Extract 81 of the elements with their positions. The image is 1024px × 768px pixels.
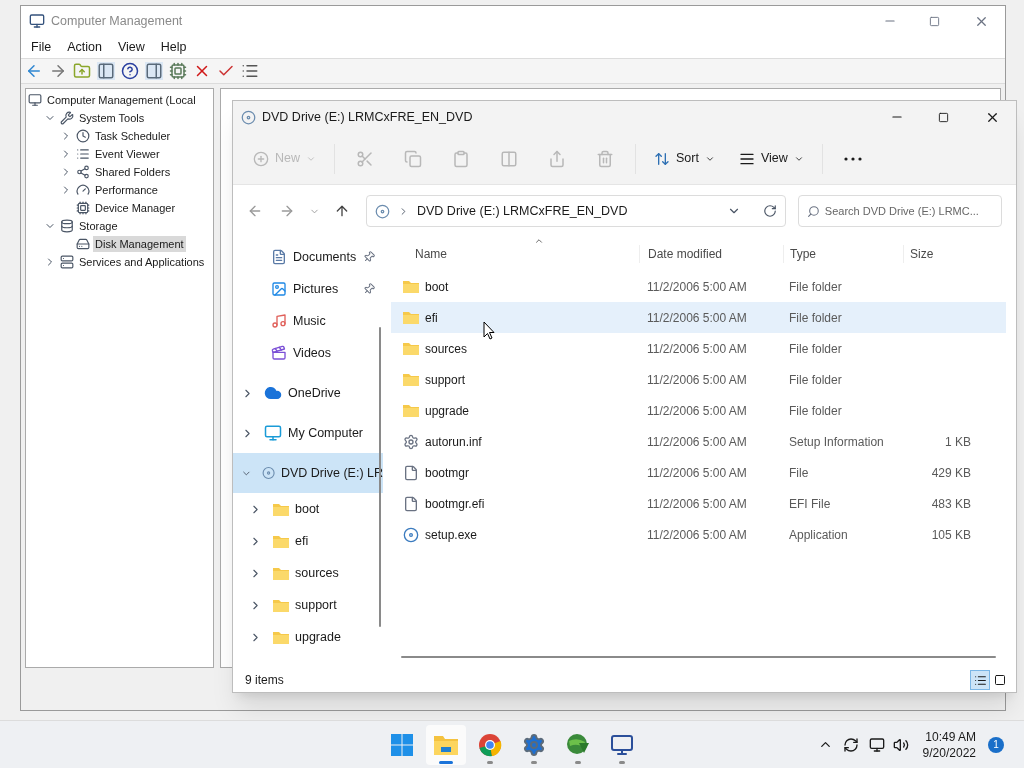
file-name: sources <box>425 340 468 358</box>
status-text: 9 items <box>245 672 285 689</box>
menu-item[interactable]: File <box>31 37 52 57</box>
date-cell-text: 11/2/2006 5:00 AM <box>646 464 748 482</box>
file-row[interactable]: efi 11/2/2006 5:00 AM File folder <box>391 302 1006 333</box>
size-cell: 483 KB <box>931 496 971 511</box>
search-field[interactable]: Search DVD Drive (E:) LRMC... <box>798 195 1002 227</box>
nav-item[interactable]: Documents <box>233 241 383 273</box>
type-cell-text: File folder <box>788 278 843 296</box>
type-cell-text: File <box>788 464 810 482</box>
nav-item[interactable]: support <box>233 589 383 621</box>
window-title: Computer Management <box>51 12 183 30</box>
file-row[interactable]: setup.exe 11/2/2006 5:00 AM Application 105 KB <box>391 519 1006 550</box>
notification-badge[interactable]: 1 <box>988 736 1004 753</box>
nav-item[interactable]: upgrade <box>233 621 383 653</box>
menu-item[interactable]: View <box>117 37 145 57</box>
file-name: autorun.inf <box>425 433 482 451</box>
file-name: efi <box>425 309 438 327</box>
nav-item[interactable]: Pictures <box>233 273 383 305</box>
date-cell-text: 11/2/2006 5:00 AM <box>646 371 748 389</box>
window-title: DVD Drive (E:) LRMCxFRE_EN_DVD <box>262 108 473 126</box>
type-cell-text: EFI File <box>788 495 832 513</box>
column-header[interactable]: Name <box>391 245 639 263</box>
type-cell-text: Application <box>788 526 849 544</box>
tree-item[interactable]: Task Scheduler <box>93 127 173 145</box>
nav-item[interactable]: sources <box>233 557 383 589</box>
tree-item[interactable]: Performance <box>93 181 160 199</box>
size-cell: 105 KB <box>931 527 971 542</box>
file-row[interactable]: bootmgr 11/2/2006 5:00 AM File 429 KB <box>391 457 1006 488</box>
file-name: upgrade <box>425 402 470 420</box>
nav-item[interactable]: Music <box>233 305 383 337</box>
date-cell-text: 11/2/2006 5:00 AM <box>646 495 748 513</box>
clock-time[interactable]: 10:49 AM <box>925 728 976 745</box>
file-name: boot <box>425 278 449 296</box>
file-row[interactable]: sources 11/2/2006 5:00 AM File folder <box>391 333 1006 364</box>
date-cell-text: 11/2/2006 5:00 AM <box>646 433 748 451</box>
tree-item[interactable]: System Tools <box>77 109 147 127</box>
tree-item[interactable]: Device Manager <box>93 199 178 217</box>
file-row[interactable]: upgrade 11/2/2006 5:00 AM File folder <box>391 395 1006 426</box>
date-cell-text: 11/2/2006 5:00 AM <box>646 309 748 327</box>
date-cell-text: 11/2/2006 5:00 AM <box>646 340 748 358</box>
sort-button[interactable]: Sort <box>642 142 727 175</box>
type-cell-text: File folder <box>788 402 843 420</box>
nav-item[interactable]: Videos <box>233 337 383 369</box>
nav-item[interactable]: My Computer <box>233 413 383 453</box>
tree-item[interactable]: Disk Management <box>93 235 186 253</box>
tree-item[interactable]: Storage <box>77 217 120 235</box>
nav-item[interactable]: boot <box>233 493 383 525</box>
nav-item[interactable]: OneDrive <box>233 373 383 413</box>
file-row[interactable]: bootmgr.efi 11/2/2006 5:00 AM EFI File 483 KB <box>391 488 1006 519</box>
date-cell-text: 11/2/2006 5:00 AM <box>646 526 748 544</box>
column-header[interactable]: Type <box>783 245 903 263</box>
column-header[interactable]: Size <box>903 245 975 263</box>
size-cell: 429 KB <box>931 465 971 480</box>
type-cell-text: Setup Information <box>788 433 885 451</box>
file-row[interactable]: autorun.inf 11/2/2006 5:00 AM Setup Information 1 KB <box>391 426 1006 457</box>
type-cell-text: File folder <box>788 309 843 327</box>
tree-item[interactable]: Event Viewer <box>93 145 162 163</box>
size-cell: 1 KB <box>945 434 971 449</box>
menu-item[interactable]: Help <box>160 37 187 57</box>
search-input[interactable]: Search DVD Drive (E:) LRMC... <box>824 202 999 220</box>
file-row[interactable]: boot 11/2/2006 5:00 AM File folder <box>391 271 1006 302</box>
tree-item[interactable]: Shared Folders <box>93 163 173 181</box>
address-bar[interactable]: DVD Drive (E:) LRMCxFRE_EN_DVD <box>366 195 786 227</box>
tree-item[interactable]: Computer Management (Local <box>45 91 198 109</box>
nav-item[interactable]: efi <box>233 525 383 557</box>
clock-date[interactable]: 9/20/2022 <box>922 744 976 761</box>
type-cell-text: File folder <box>788 340 843 358</box>
date-cell-text: 11/2/2006 5:00 AM <box>646 402 748 420</box>
file-name: support <box>425 371 466 389</box>
file-name: bootmgr <box>425 464 470 482</box>
date-cell-text: 11/2/2006 5:00 AM <box>646 278 748 296</box>
file-row[interactable]: support 11/2/2006 5:00 AM File folder <box>391 364 1006 395</box>
file-name: bootmgr.efi <box>425 495 485 513</box>
address-text: DVD Drive (E:) LRMCxFRE_EN_DVD <box>417 202 629 220</box>
column-header[interactable]: Date modified <box>639 245 783 263</box>
tree-item[interactable]: Services and Applications <box>77 253 207 271</box>
type-cell-text: File folder <box>788 371 843 389</box>
file-name: setup.exe <box>425 526 478 544</box>
view-button[interactable]: View <box>726 142 816 175</box>
menu-item[interactable]: Action <box>67 37 102 57</box>
